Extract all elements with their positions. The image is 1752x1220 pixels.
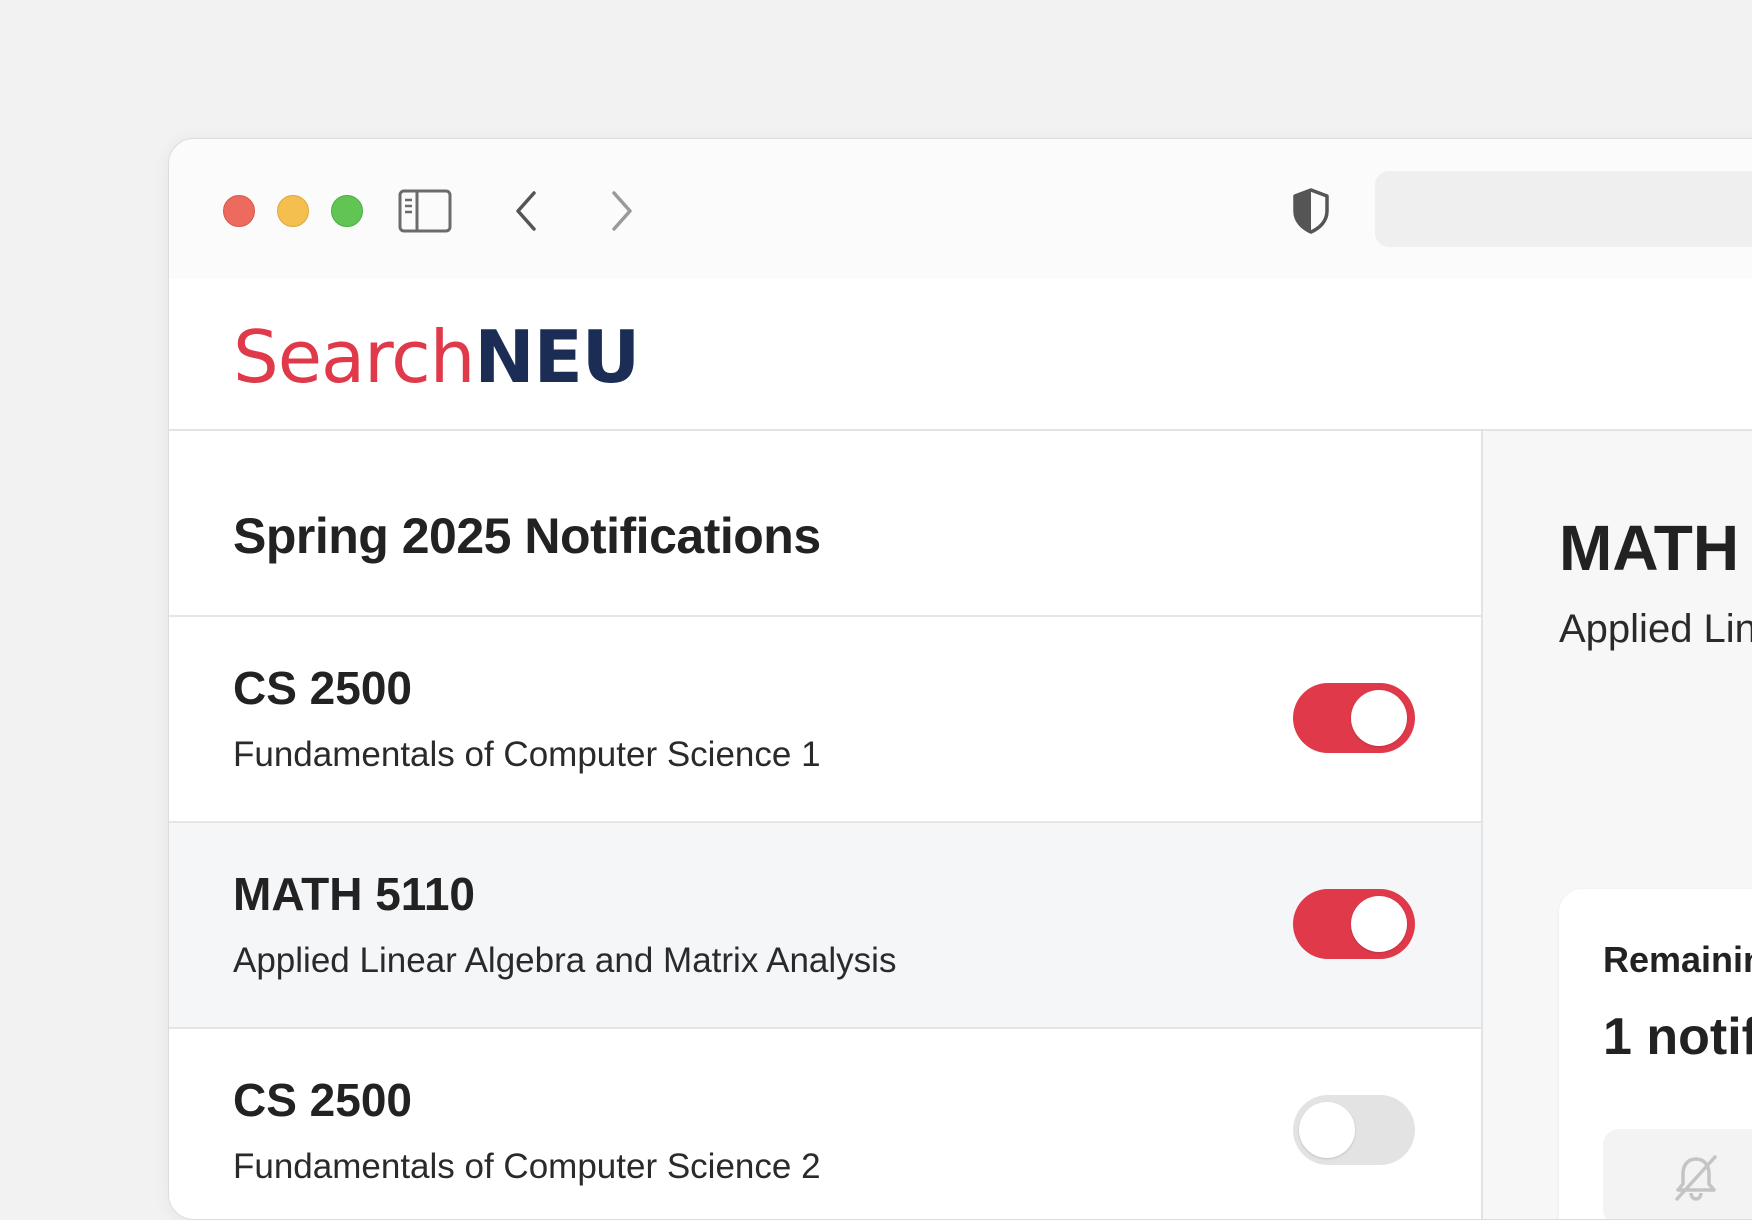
address-bar[interactable]	[1375, 171, 1752, 247]
logo-search-text: Search	[233, 315, 475, 399]
bell-off-icon	[1669, 1151, 1723, 1210]
course-code: MATH 5110	[233, 868, 476, 920]
notification-toggle[interactable]	[1293, 889, 1415, 959]
searchneu-logo[interactable]: SearchNEU	[233, 315, 640, 399]
card-label: Remaining	[1603, 939, 1752, 980]
close-window-button[interactable]	[223, 195, 255, 227]
course-detail-panel: MATH 5110 Applied Linear Algebra and Mat…	[1483, 431, 1752, 1219]
logo-neu-text: NEU	[474, 315, 640, 399]
sidebar-icon[interactable]	[395, 183, 455, 239]
course-row[interactable]: CS 2500 Fundamentals of Computer Science…	[169, 1029, 1481, 1219]
zoom-window-button[interactable]	[331, 195, 363, 227]
toggle-knob	[1351, 690, 1407, 746]
browser-window: SearchNEU Spring 2025 Notifications CS 2…	[168, 138, 1752, 1220]
course-row-selected[interactable]: MATH 5110 Applied Linear Algebra and Mat…	[169, 823, 1481, 1029]
notifications-title: Spring 2025 Notifications	[233, 508, 821, 564]
course-code: CS 2500	[233, 662, 413, 714]
course-row[interactable]: CS 2500 Fundamentals of Computer Science…	[169, 617, 1481, 823]
notification-toggle[interactable]	[1293, 683, 1415, 753]
notification-toggle[interactable]	[1293, 1095, 1415, 1165]
back-icon[interactable]	[497, 183, 557, 239]
course-code: CS 2500	[233, 1074, 413, 1126]
toggle-knob	[1299, 1102, 1355, 1158]
minimize-window-button[interactable]	[277, 195, 309, 227]
app-header: SearchNEU	[169, 279, 1752, 431]
remaining-card: Remaining 1 notification	[1559, 889, 1752, 1219]
mute-button[interactable]	[1603, 1129, 1752, 1219]
course-name: Fundamentals of Computer Science 1	[233, 735, 821, 774]
course-name: Applied Linear Algebra and Matrix Analys…	[233, 941, 897, 980]
shield-icon[interactable]	[1281, 183, 1341, 239]
card-count: 1 notification	[1603, 1008, 1752, 1066]
course-name: Fundamentals of Computer Science 2	[233, 1147, 821, 1186]
detail-title: MATH 5110	[1559, 512, 1752, 584]
notifications-panel: Spring 2025 Notifications CS 2500 Fundam…	[169, 431, 1483, 1219]
forward-icon[interactable]	[591, 183, 651, 239]
detail-subtitle: Applied Linear Algebra and Matrix Analys…	[1559, 607, 1752, 651]
toggle-knob	[1351, 896, 1407, 952]
browser-toolbar	[169, 139, 1752, 279]
